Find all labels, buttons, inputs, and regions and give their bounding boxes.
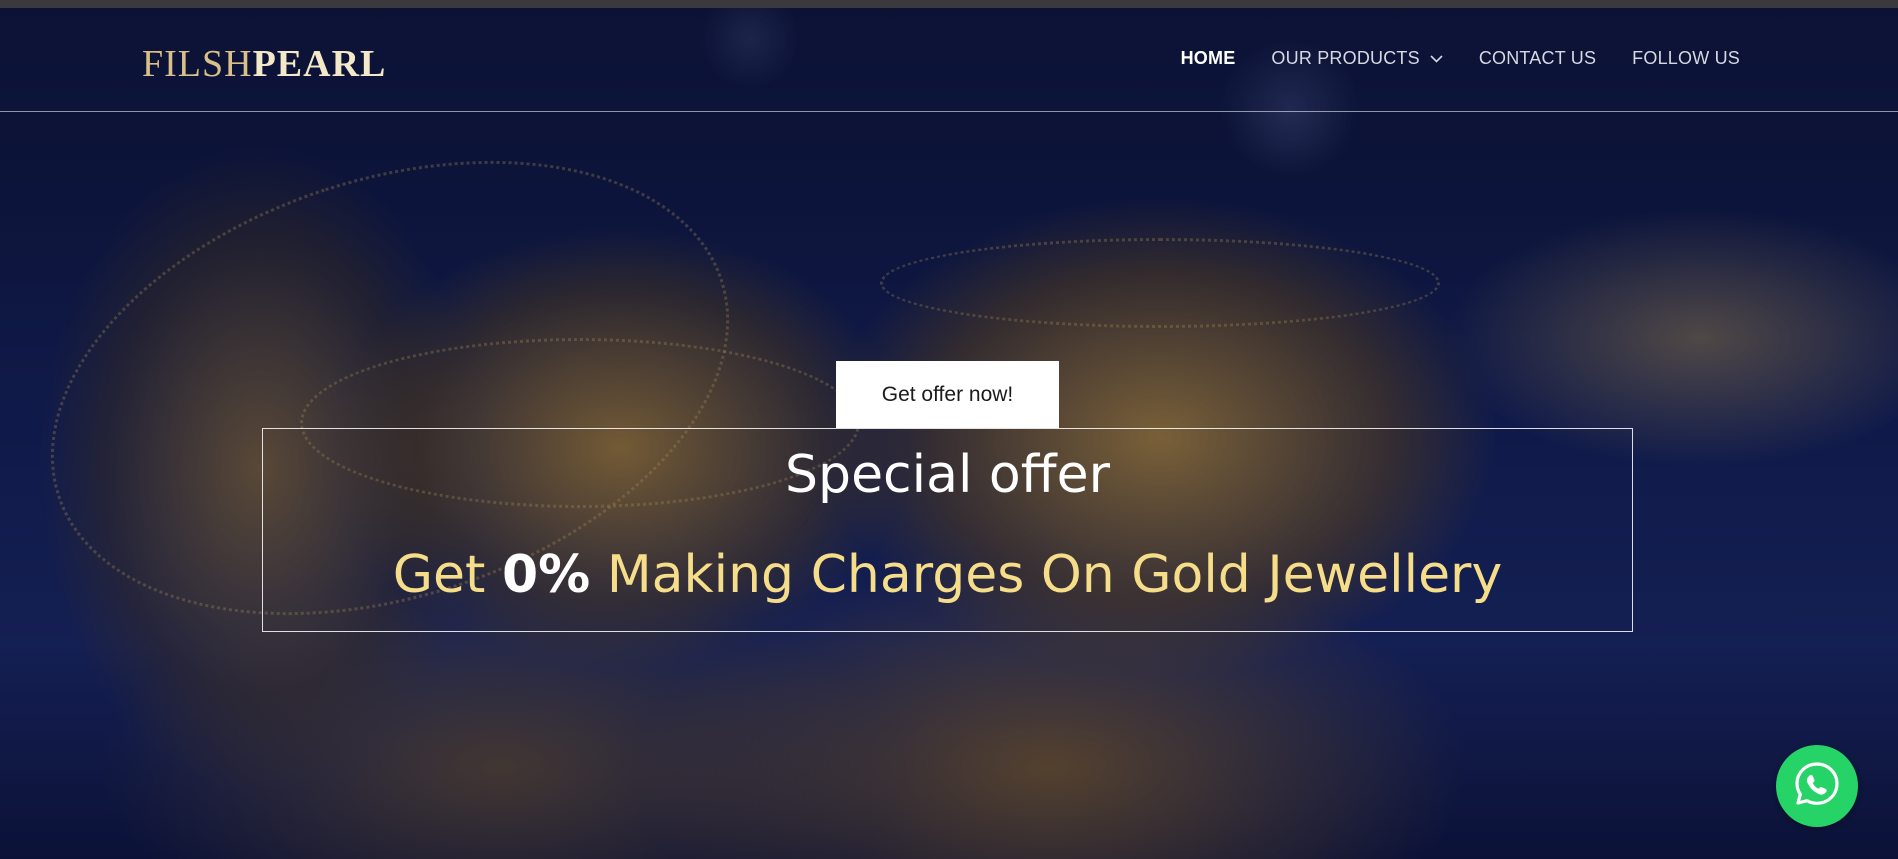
get-offer-button[interactable]: Get offer now! (836, 361, 1059, 428)
offer-sub-suffix: Making Charges On Gold Jewellery (606, 545, 1503, 605)
offer-title: Special offer (785, 445, 1110, 505)
logo-text-part2: PEARL (252, 43, 387, 85)
nav-contact-us[interactable]: CONTACT US (1479, 48, 1596, 69)
offer-subtitle: Get 0% Making Charges On Gold Jewellery (263, 545, 1632, 605)
whatsapp-icon (1792, 759, 1842, 814)
nav-our-products-label: OUR PRODUCTS (1271, 48, 1420, 68)
site-header: FILSH PEARL HOME OUR PRODUCTS CONTACT US… (0, 8, 1898, 112)
browser-top-strip (0, 0, 1898, 8)
nav-our-products[interactable]: OUR PRODUCTS (1271, 48, 1443, 69)
main-nav: HOME OUR PRODUCTS CONTACT US FOLLOW US (1181, 48, 1740, 69)
offer-sub-prefix: Get (392, 545, 486, 605)
nav-home[interactable]: HOME (1181, 48, 1236, 69)
nav-home-label: HOME (1180, 48, 1236, 68)
special-offer-box: Special offer Get 0% Making Charges On G… (262, 428, 1633, 632)
site-logo[interactable]: FILSH PEARL (142, 42, 386, 86)
offer-sub-highlight: 0% (501, 545, 591, 605)
whatsapp-chat-button[interactable] (1776, 745, 1858, 827)
chevron-down-icon (1430, 54, 1443, 63)
nav-contact-us-label: CONTACT US (1478, 48, 1597, 68)
logo-text-part1: FILSH (142, 43, 253, 85)
nav-follow-us[interactable]: FOLLOW US (1632, 48, 1740, 69)
nav-follow-us-label: FOLLOW US (1632, 48, 1740, 68)
